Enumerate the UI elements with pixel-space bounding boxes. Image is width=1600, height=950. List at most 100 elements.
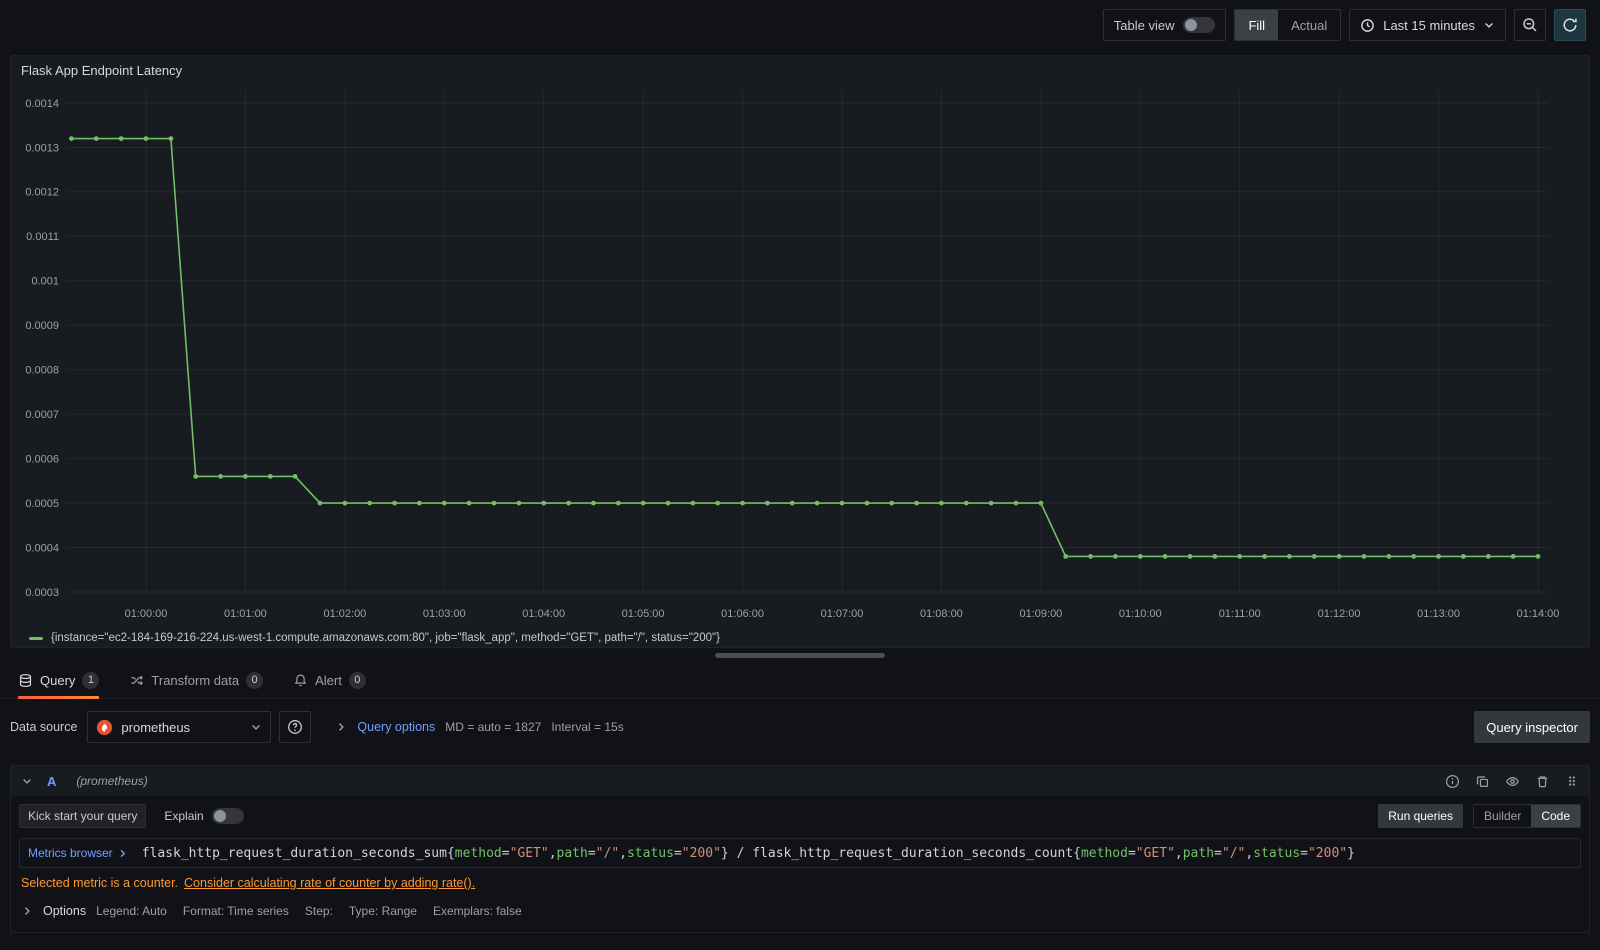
query-options-summary: Legend: Auto Format: Time series Step: Type… xyxy=(96,904,522,918)
run-queries-button[interactable]: Run queries xyxy=(1378,804,1463,828)
promql-token: flask_http_request_duration_seconds_coun… xyxy=(752,845,1074,861)
tab-query-label: Query xyxy=(40,672,76,688)
svg-text:0.0008: 0.0008 xyxy=(25,365,59,377)
tab-query[interactable]: Query 1 xyxy=(18,662,100,699)
query-expression[interactable]: flask_http_request_duration_seconds_sum{… xyxy=(134,841,1580,866)
fill-option[interactable]: Fill xyxy=(1235,10,1279,40)
promql-token: flask_http_request_duration_seconds_sum xyxy=(141,845,447,861)
counter-warning-text: Selected metric is a counter. xyxy=(21,876,179,890)
tab-alert[interactable]: Alert 0 xyxy=(293,662,366,698)
svg-text:0.0009: 0.0009 xyxy=(25,320,59,332)
bell-icon xyxy=(294,674,307,686)
time-series-chart[interactable]: 0.0014 0.0013 0.0012 0.0011 0.001 0.0009 0.000… xyxy=(19,83,1583,631)
svg-text:01:09:00: 01:09:00 xyxy=(1019,608,1062,620)
svg-text:01:04:00: 01:04:00 xyxy=(522,608,565,620)
angle-right-icon xyxy=(120,849,125,857)
query-ref-id: A xyxy=(47,773,57,789)
option-summary-item: Step: xyxy=(304,904,333,918)
duplicate-query-button[interactable] xyxy=(1475,774,1490,789)
drag-handle[interactable] xyxy=(1565,774,1579,788)
table-view-label: Table view xyxy=(1113,17,1175,33)
svg-text:0.0003: 0.0003 xyxy=(25,587,59,599)
query-options-collapsed-row[interactable]: Options Legend: Auto Format: Time series S… xyxy=(21,904,1581,918)
interval-stat: Interval = 15s xyxy=(551,720,624,734)
code-mode-option[interactable]: Code xyxy=(1531,805,1580,827)
promql-token: status xyxy=(626,845,674,861)
query-datasource-hint: (prometheus) xyxy=(76,774,148,788)
explain-switch[interactable] xyxy=(211,808,244,824)
promql-token: } xyxy=(1347,845,1355,861)
tab-query-badge: 1 xyxy=(82,671,100,689)
kick-start-query-button[interactable]: Kick start your query xyxy=(19,804,147,828)
query-row-header[interactable]: A (prometheus) xyxy=(11,766,1589,796)
actual-option[interactable]: Actual xyxy=(1278,10,1340,40)
time-range-picker[interactable]: Last 15 minutes xyxy=(1349,9,1506,41)
switch-knob xyxy=(1185,19,1198,31)
svg-text:01:11:00: 01:11:00 xyxy=(1219,608,1261,620)
svg-text:01:14:00: 01:14:00 xyxy=(1517,608,1560,620)
promql-token: "200" xyxy=(681,845,721,861)
promql-token: = xyxy=(1127,845,1136,861)
builder-mode-option[interactable]: Builder xyxy=(1474,805,1531,827)
svg-text:01:00:00: 01:00:00 xyxy=(125,608,168,620)
clock-icon xyxy=(1361,18,1375,32)
promql-token: path xyxy=(1182,845,1215,861)
promql-token: path xyxy=(556,845,588,861)
editor-tabs: Query 1 Transform data 0 Alert 0 xyxy=(0,662,1600,699)
datasource-picker[interactable]: prometheus xyxy=(87,711,272,743)
promql-token: = xyxy=(1214,845,1222,861)
add-rate-hint-link[interactable]: Consider calculating rate of counter by … xyxy=(184,876,475,890)
zoom-out-time-button[interactable] xyxy=(1514,9,1546,41)
time-range-label: Last 15 minutes xyxy=(1383,17,1475,33)
svg-text:0.0004: 0.0004 xyxy=(25,542,59,554)
svg-text:01:08:00: 01:08:00 xyxy=(920,608,963,620)
query-options-toggle[interactable]: Query options MD = auto = 1827 Interval … xyxy=(335,720,624,734)
datasource-help-button[interactable] xyxy=(279,711,312,743)
resize-handle[interactable] xyxy=(715,652,885,658)
svg-text:0.0005: 0.0005 xyxy=(25,498,59,510)
table-view-group: Table view xyxy=(1102,9,1227,41)
splitter-row xyxy=(0,648,1600,662)
refresh-icon xyxy=(1563,18,1577,32)
promql-token: = xyxy=(501,845,510,861)
query-inspector-button[interactable]: Query inspector xyxy=(1474,711,1590,743)
query-hint-row: Selected metric is a counter. Consider ca… xyxy=(21,876,1581,890)
promql-token: method xyxy=(454,845,502,861)
refresh-button[interactable] xyxy=(1554,9,1586,41)
copy-icon xyxy=(1476,775,1488,787)
svg-text:01:03:00: 01:03:00 xyxy=(423,608,466,620)
collapse-chevron-icon[interactable] xyxy=(21,775,33,787)
time-series-panel: Flask App Endpoint Latency 0.0014 0.0013 0… xyxy=(10,55,1590,648)
svg-text:0.001: 0.001 xyxy=(31,276,59,288)
promql-editor-row: Metrics browser flask_http_request_durat… xyxy=(19,838,1581,868)
promql-token: , xyxy=(619,845,627,861)
eye-icon xyxy=(1505,776,1520,786)
grip-dots-icon xyxy=(1569,776,1575,786)
tab-transform-data[interactable]: Transform data 0 xyxy=(129,662,264,698)
switch-knob xyxy=(213,810,226,822)
promql-token: "200" xyxy=(1307,845,1348,861)
table-view-switch[interactable] xyxy=(1183,17,1216,33)
options-label: Options xyxy=(43,904,87,918)
query-toolbar: Kick start your query Explain Run querie… xyxy=(19,804,1581,828)
tab-transform-badge: 0 xyxy=(246,671,264,689)
svg-text:01:07:00: 01:07:00 xyxy=(821,608,864,620)
option-summary-item: Format: Time series xyxy=(182,904,289,918)
svg-text:0.0012: 0.0012 xyxy=(25,187,59,199)
promql-token: , xyxy=(1245,845,1254,861)
svg-text:0.0013: 0.0013 xyxy=(25,142,59,154)
svg-text:01:05:00: 01:05:00 xyxy=(622,608,665,620)
promql-token: , xyxy=(548,845,557,861)
metrics-browser-button[interactable]: Metrics browser xyxy=(20,846,134,860)
trash-icon xyxy=(1537,775,1548,787)
remove-query-button[interactable] xyxy=(1535,774,1550,789)
promql-token: status xyxy=(1253,845,1301,861)
panel-editor-toolbar: Table view Fill Actual Last 15 minutes xyxy=(0,0,1600,50)
toggle-query-visibility-button[interactable] xyxy=(1505,774,1520,789)
svg-text:01:10:00: 01:10:00 xyxy=(1119,608,1162,620)
datasource-label: Data source xyxy=(10,720,78,734)
promql-token: "/" xyxy=(1221,845,1246,861)
legend-item[interactable]: {instance="ec2-184-169-216-224.us-west-1… xyxy=(29,632,1589,644)
angle-right-icon xyxy=(339,723,345,731)
query-info-button[interactable] xyxy=(1445,774,1460,789)
